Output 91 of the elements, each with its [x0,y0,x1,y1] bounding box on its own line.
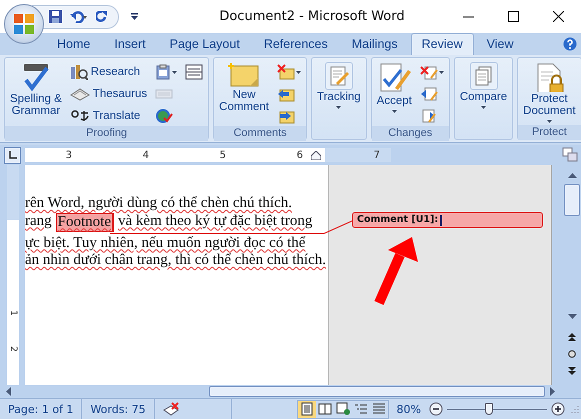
ribbon-button[interactable]: Spelling & Grammar [7,60,65,124]
draft-icon [372,402,386,416]
ribbon-tab[interactable]: Mailings [340,33,409,55]
group-label: Changes [372,126,449,141]
next-change-icon [420,108,438,124]
pencil-document-icon [328,65,350,87]
text-line: rang [25,212,52,230]
caret-icon [172,70,178,74]
counter-icon [185,64,204,80]
office-logo-icon[interactable] [12,12,36,36]
zoom-level[interactable]: 80% [396,402,421,416]
caret-icon [481,106,486,109]
caret-icon [336,106,342,109]
ribbon-tab[interactable]: Page Layout [158,33,251,55]
group-label: Comments [214,126,306,141]
tab-stop-icon[interactable] [8,151,16,159]
help-icon[interactable] [563,37,577,51]
reject-icon [420,64,438,80]
books-icon [70,64,88,80]
view-button[interactable] [334,400,352,418]
group-label: Proofing [5,126,208,141]
view-button[interactable] [298,400,316,418]
customize-toolbar-icon[interactable] [131,12,138,20]
documents-icon [472,65,494,87]
maximize-icon[interactable] [508,11,519,22]
previous-page-icon[interactable] [568,333,576,341]
ruler-number: 7 [374,150,380,160]
ruler-number: 4 [142,150,149,160]
ruler-number: 1 [8,310,18,316]
save-icon[interactable] [49,10,62,23]
text-line: rên Word, người dùng có thể chèn chú thích. [25,195,292,212]
caret-icon [438,70,444,74]
zoom-out-icon[interactable] [429,402,443,416]
previous-change-icon [420,86,438,102]
indent-marker-icon[interactable] [311,151,321,160]
next-page-icon[interactable] [568,367,576,375]
view-ruler-icon[interactable] [562,147,578,162]
scroll-down-icon[interactable] [568,314,576,319]
scroll-left-icon[interactable] [6,387,11,396]
ribbon-button[interactable]: New Comment [216,60,272,124]
ruler-number: 6 [296,150,303,160]
comment-label: Comment [U1]: [357,213,438,227]
caret-icon [296,70,301,74]
zoom-slider-thumb[interactable] [485,402,493,414]
delete-note-icon [277,64,295,80]
ruler-margin [325,148,391,162]
clipboard-icon [155,64,172,80]
ruler-number: 3 [66,150,72,160]
ribbon-tab[interactable]: Review [410,33,474,55]
zoom-in-icon[interactable] [551,402,565,416]
ruler-number: 5 [220,150,226,160]
ribbon-tab[interactable]: Home [46,33,102,55]
ribbon-button[interactable]: Research [66,62,150,82]
arrow [374,237,418,305]
ribbon-tab[interactable]: References [252,33,339,55]
note-icon [228,62,260,88]
text-line: ực biệt. Tuy nhiên, nếu muốn người đọc có thể [25,234,306,252]
reading-layout-icon [318,402,332,416]
ribbon-tab[interactable]: View [476,33,524,55]
ribbon-button[interactable]: Accept [374,60,415,124]
comment-balloon[interactable]: Comment [U1]: [352,212,543,228]
ribbon-button[interactable]: Thesaurus [66,84,150,104]
scroll-right-icon[interactable] [550,387,555,396]
proofing-error-icon[interactable] [162,402,179,416]
globe-icon [155,108,174,124]
browse-object-icon[interactable] [568,350,576,358]
resize-grip-icon[interactable] [571,405,579,413]
group-label: Protect [518,125,581,140]
commented-text[interactable]: Footnote [56,212,114,232]
redo-icon[interactable] [96,10,108,22]
undo-icon[interactable] [70,10,88,22]
window-title: Document2 - Microsoft Word [218,9,406,24]
scrollbar-thumb[interactable] [209,386,545,397]
close-icon[interactable] [553,11,564,22]
ribbon-tab[interactable]: Insert [103,33,157,55]
scrollbar-thumb[interactable] [564,184,580,216]
caret-icon [546,120,552,123]
ruler-number: 2 [8,346,18,352]
web-layout-icon [336,402,350,416]
scroll-up-icon[interactable] [568,173,576,178]
print-layout-icon [300,402,314,416]
word-count[interactable]: Words: 75 [90,402,146,416]
ribbon-button[interactable]: Translate [66,106,150,126]
page-count[interactable]: Page: 1 of 1 [8,402,74,416]
view-button[interactable] [316,400,334,418]
text-line: ản nhìn dưới chân trang, thì có thể chèn chú thích. [25,252,326,270]
book-icon [70,87,90,101]
text-line: và kèm theo ký tự đặc biệt trong [118,212,312,230]
outline-icon [354,402,368,416]
caret-icon [392,110,397,113]
ribbon-button[interactable]: Protect Document [520,60,579,125]
